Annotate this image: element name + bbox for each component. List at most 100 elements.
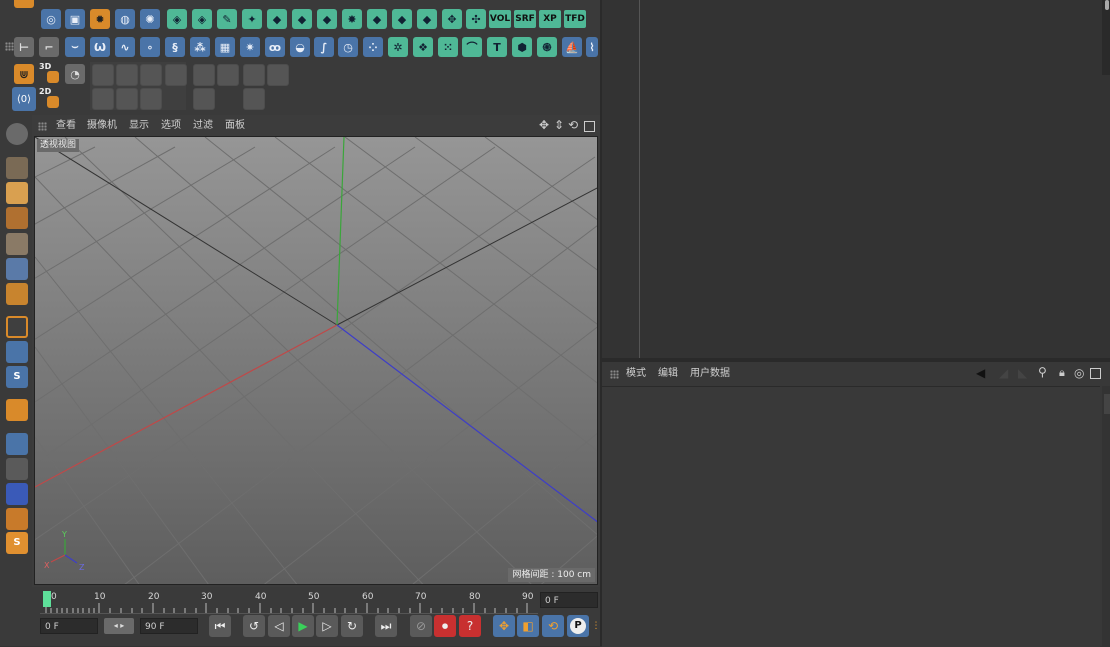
solo-mode-icon[interactable]: S (6, 366, 28, 388)
snap-spline-icon[interactable] (165, 64, 187, 86)
wave-icon[interactable]: ∿ (115, 37, 135, 57)
tp-node-h-icon[interactable]: ✥ (442, 9, 462, 29)
snap-settings-icon[interactable]: ◔ (65, 64, 85, 84)
vol-button[interactable]: VOL (489, 10, 511, 28)
tfd-button[interactable]: TFD (564, 10, 586, 28)
menu-display[interactable]: 显示 (129, 117, 149, 135)
fold-icon[interactable]: § (165, 37, 185, 57)
back-arrow-icon[interactable]: ◀ (976, 366, 985, 380)
bend-icon[interactable]: ⌣ (65, 37, 85, 57)
explode-tool-icon[interactable] (6, 508, 28, 530)
cubes-green-icon[interactable]: ❖ (413, 37, 433, 57)
twist-icon[interactable]: Ѡ (90, 37, 110, 57)
snap-edge-icon[interactable] (116, 64, 138, 86)
record-off-icon[interactable]: ⊘ (410, 615, 432, 637)
scale-key-icon[interactable]: ◧ (517, 615, 539, 637)
tp-node-g-icon[interactable]: ◆ (417, 9, 437, 29)
srf-button[interactable]: SRF (514, 10, 536, 28)
go-end-icon[interactable]: ⏭ (375, 615, 397, 637)
tweak-mode-icon[interactable] (6, 341, 28, 363)
particle-icon[interactable]: ✺ (140, 9, 160, 29)
snap-mid-icon[interactable] (92, 88, 114, 110)
attribute-scrollbar-thumb[interactable] (1104, 394, 1110, 414)
object-scrollbar[interactable] (1102, 0, 1110, 75)
up-arrow-icon[interactable]: ◢ (999, 366, 1008, 380)
tp-emitter-icon[interactable]: ◈ (167, 9, 187, 29)
viewport-move-icon[interactable]: ✥ (539, 118, 549, 132)
xp-button[interactable]: XP (539, 10, 561, 28)
timeline-playhead[interactable] (43, 591, 51, 607)
help-record-icon[interactable]: ? (459, 615, 481, 637)
record-icon[interactable]: ⏺ (434, 615, 456, 637)
more-keys-icon[interactable]: ⋮ (592, 615, 601, 637)
explode-icon[interactable]: ✷ (240, 37, 260, 57)
snap-magnet-icon[interactable]: ⋓ (14, 64, 34, 84)
extra-tool-icon[interactable]: ⌇ (586, 37, 598, 57)
play-icon[interactable]: ▶ (292, 615, 314, 637)
text-green-icon[interactable]: T (487, 37, 507, 57)
rotate-key-icon[interactable]: ⟲ (542, 615, 564, 637)
clock-icon[interactable]: ◷ (338, 37, 358, 57)
snap-grid-icon[interactable] (217, 64, 239, 86)
viewport-grip-handle[interactable] (38, 122, 47, 131)
blob-icon[interactable]: ◒ (290, 37, 310, 57)
hierarchy-icon[interactable]: ⊢ (14, 37, 34, 57)
mode-parametric-button[interactable]: ⟨0⟩ (12, 87, 36, 111)
move-key-icon[interactable]: ✥ (493, 615, 515, 637)
menu-filter[interactable]: 过滤 (193, 117, 213, 135)
model-mode-icon[interactable] (6, 157, 28, 179)
tp-node-f-icon[interactable]: ◆ (392, 9, 412, 29)
arc-green-icon[interactable]: ⌒ (462, 37, 482, 57)
tp-node-a-icon[interactable]: ◆ (267, 9, 287, 29)
lock-icon[interactable]: 🔒︎ (1059, 366, 1065, 380)
forward-arrow-icon[interactable]: ◣ (1018, 366, 1027, 380)
viewport-zoom-icon[interactable]: ⇕ (554, 118, 564, 132)
tp-brush-icon[interactable]: ✎ (217, 9, 237, 29)
snap-guide-icon[interactable] (267, 64, 289, 86)
menu-user-data[interactable]: 用户数据 (690, 365, 730, 383)
snap-enable-icon[interactable] (6, 399, 28, 421)
menu-view[interactable]: 查看 (56, 117, 76, 135)
object-list-area[interactable] (642, 0, 1094, 360)
param-key-icon[interactable]: P (567, 615, 589, 637)
snap-polygon-icon[interactable] (140, 64, 162, 86)
polygons-mode-icon[interactable] (6, 283, 28, 305)
cube-group-icon[interactable]: ▣ (65, 9, 85, 29)
bubble-icon[interactable]: ⁂ (190, 37, 210, 57)
go-start-icon[interactable]: ⏮ (209, 615, 231, 637)
menu-cameras[interactable]: 摄像机 (87, 117, 117, 135)
end-frame-field[interactable]: 90 F (140, 618, 198, 634)
axis-mode-icon[interactable] (6, 316, 28, 338)
swirl-green-icon[interactable]: ֍ (537, 37, 557, 57)
viewport-rotate-icon[interactable]: ⟲ (568, 118, 578, 132)
layout-icon[interactable]: ⌐ (39, 37, 59, 57)
prev-frame-icon[interactable]: ◁ (268, 615, 290, 637)
make-editable-icon[interactable] (6, 123, 28, 145)
points-mode-icon[interactable] (6, 233, 28, 255)
toolbar-grip-handle[interactable] (5, 42, 14, 51)
start-frame-field[interactable]: 0 F (40, 618, 98, 634)
timeline-ruler[interactable] (40, 589, 538, 614)
mode-2d-button[interactable]: 2D (38, 87, 60, 109)
snap-quantize-icon[interactable] (193, 88, 215, 110)
viewport-maximize-icon[interactable] (584, 121, 595, 132)
sphere-icon[interactable]: ◎ (41, 9, 61, 29)
script-s-icon[interactable]: S (6, 532, 28, 554)
tp-spark-icon[interactable]: ✦ (242, 9, 262, 29)
menu-mode[interactable]: 模式 (626, 365, 646, 383)
tp-node-b-icon[interactable]: ◆ (292, 9, 312, 29)
attribute-content[interactable] (602, 386, 1100, 647)
target-icon[interactable]: ◎ (1074, 366, 1084, 380)
workplane-lock-icon[interactable] (6, 433, 28, 455)
tp-node-c-icon[interactable]: ◆ (317, 9, 337, 29)
box-green-icon[interactable]: ⬢ (512, 37, 532, 57)
tp-node-i-icon[interactable]: ✣ (466, 9, 486, 29)
next-frame-icon[interactable]: ▷ (316, 615, 338, 637)
attribute-scrollbar[interactable] (1102, 386, 1110, 646)
attribute-grip-handle[interactable] (610, 370, 619, 379)
viewport-canvas[interactable]: Y X Z 透视视图 网格间距 : 100 cm (34, 136, 598, 585)
sweep-icon[interactable]: ⛵ (562, 37, 582, 57)
next-key-icon[interactable]: ↻ (341, 615, 363, 637)
object-tool-icon[interactable] (14, 0, 34, 8)
range-slider[interactable]: ◂ ▸ (104, 618, 134, 634)
